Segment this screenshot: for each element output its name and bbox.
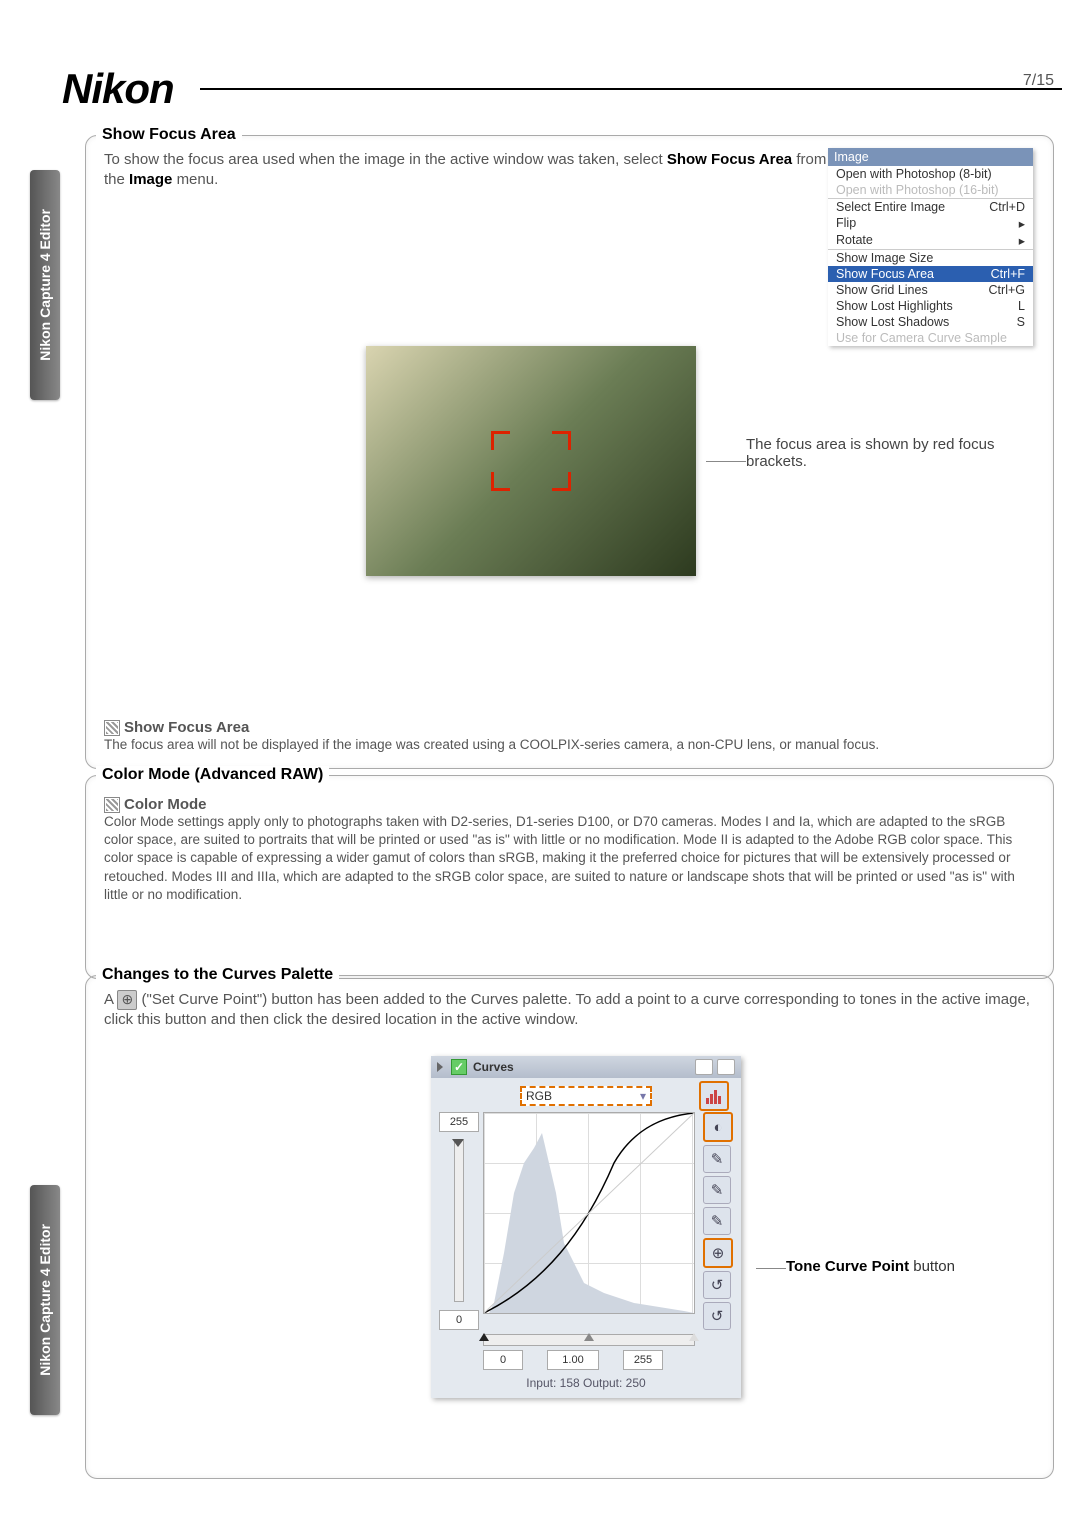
text: ("Set Curve Point") button has been adde… [104, 991, 1030, 1028]
panel-title: Changes to the Curves Palette [96, 966, 339, 984]
note-title: Show Focus Area [104, 719, 1035, 736]
auto-contrast-button[interactable]: ◐ [703, 1112, 733, 1142]
note-icon [104, 797, 120, 813]
tone-curve-caption: Tone Curve Point button [786, 1258, 955, 1275]
gray-point-eyedropper[interactable]: ✎ [703, 1176, 731, 1204]
body-text: A ⊕ ("Set Curve Point") button has been … [104, 990, 1035, 1031]
reset-current-button[interactable]: ↺ [703, 1271, 731, 1299]
page-number: 7/15 [1023, 72, 1054, 90]
curves-palette-window: ✓ Curves RGB ▾ 255 0 [431, 1056, 741, 1398]
side-tab-label: Nikon Capture 4 Editor [37, 197, 53, 373]
black-point-eyedropper[interactable]: ✎ [703, 1207, 731, 1235]
menu-item: Open with Photoshop (16-bit) [828, 182, 1033, 198]
input-slider[interactable] [483, 1334, 695, 1346]
menu-item[interactable]: Select Entire ImageCtrl+D [828, 199, 1033, 215]
menu-item[interactable]: Show Grid LinesCtrl+G [828, 282, 1033, 298]
note-icon [104, 720, 120, 736]
side-tab-label: Nikon Capture 4 Editor [37, 1212, 53, 1388]
input-min[interactable]: 0 [483, 1350, 523, 1370]
white-point-eyedropper[interactable]: ✎ [703, 1145, 731, 1173]
panel-show-focus-area: Show Focus Area To show the focus area u… [85, 135, 1054, 769]
curve-tools: ◐ ✎ ✎ ✎ ⊕ ↺ ↺ [703, 1112, 733, 1330]
apply-checkbox[interactable]: ✓ [451, 1059, 467, 1075]
text-bold: Show Focus Area [667, 151, 792, 168]
menu-item[interactable]: Flip▸ [828, 215, 1033, 232]
set-curve-point-icon: ⊕ [117, 990, 137, 1010]
text-bold: Tone Curve Point [786, 1258, 909, 1275]
panel-curves-changes: Changes to the Curves Palette A ⊕ ("Set … [85, 975, 1054, 1479]
body-text: To show the focus area used when the ima… [104, 150, 834, 191]
window-titlebar[interactable]: ✓ Curves [431, 1056, 741, 1078]
text: Color Mode [124, 796, 207, 813]
menu-title: Image [828, 148, 1033, 166]
panel-title: Show Focus Area [96, 126, 242, 144]
panel-color-mode: Color Mode (Advanced RAW) Color Mode Col… [85, 775, 1054, 979]
menu-item[interactable]: Open with Photoshop (8-bit) [828, 166, 1033, 182]
focus-brackets [491, 431, 571, 491]
brand-logo: Nikon [62, 65, 174, 113]
text: button [909, 1258, 955, 1275]
gamma-value[interactable]: 1.00 [547, 1350, 599, 1370]
text: A [104, 991, 117, 1008]
header-rule [200, 88, 1062, 90]
window-title: Curves [473, 1060, 514, 1074]
menu-item-selected[interactable]: Show Focus AreaCtrl+F [828, 266, 1033, 282]
channel-select[interactable]: RGB ▾ [520, 1086, 652, 1106]
output-min[interactable]: 0 [439, 1310, 479, 1330]
menu-item[interactable]: Show Image Size [828, 250, 1033, 266]
titlebar-button[interactable] [695, 1059, 713, 1075]
note-body: The focus area will not be displayed if … [104, 736, 1035, 754]
side-tab-editor-2: Nikon Capture 4 Editor [30, 1185, 60, 1415]
side-tab-editor-1: Nikon Capture 4 Editor [30, 170, 60, 400]
text: To show the focus area used when the ima… [104, 151, 667, 168]
reset-all-button[interactable]: ↺ [703, 1302, 731, 1330]
menu-item[interactable]: Rotate▸ [828, 232, 1033, 249]
histogram-tool[interactable] [699, 1081, 729, 1111]
menu-item: Use for Camera Curve Sample [828, 330, 1033, 346]
note-title: Color Mode [104, 796, 1035, 813]
photo-caption: The focus area is shown by red focus bra… [746, 436, 1046, 470]
callout-leader [706, 461, 746, 462]
collapse-triangle-icon[interactable] [437, 1062, 443, 1072]
text-bold: Image [129, 171, 172, 188]
menu-button[interactable] [717, 1059, 735, 1075]
input-max[interactable]: 255 [623, 1350, 663, 1370]
output-slider[interactable] [454, 1140, 464, 1302]
menu-item[interactable]: Show Lost ShadowsS [828, 314, 1033, 330]
text: menu. [177, 171, 219, 188]
note-body: Color Mode settings apply only to photog… [104, 813, 1035, 904]
input-output-readout: Input: 158 Output: 250 [439, 1376, 733, 1390]
menu-body: Open with Photoshop (8-bit) Open with Ph… [828, 166, 1033, 346]
callout-leader [756, 1268, 786, 1269]
output-max[interactable]: 255 [439, 1112, 479, 1132]
menu-item[interactable]: Show Lost HighlightsL [828, 298, 1033, 314]
chevron-down-icon: ▾ [640, 1089, 646, 1103]
set-curve-point-button[interactable]: ⊕ [703, 1238, 733, 1268]
text: Show Focus Area [124, 719, 249, 736]
image-menu: Image Open with Photoshop (8-bit) Open w… [828, 148, 1033, 346]
channel-label: RGB [526, 1089, 552, 1103]
curve-graph[interactable] [483, 1112, 695, 1314]
sample-photo [366, 346, 696, 576]
panel-title: Color Mode (Advanced RAW) [96, 766, 329, 784]
